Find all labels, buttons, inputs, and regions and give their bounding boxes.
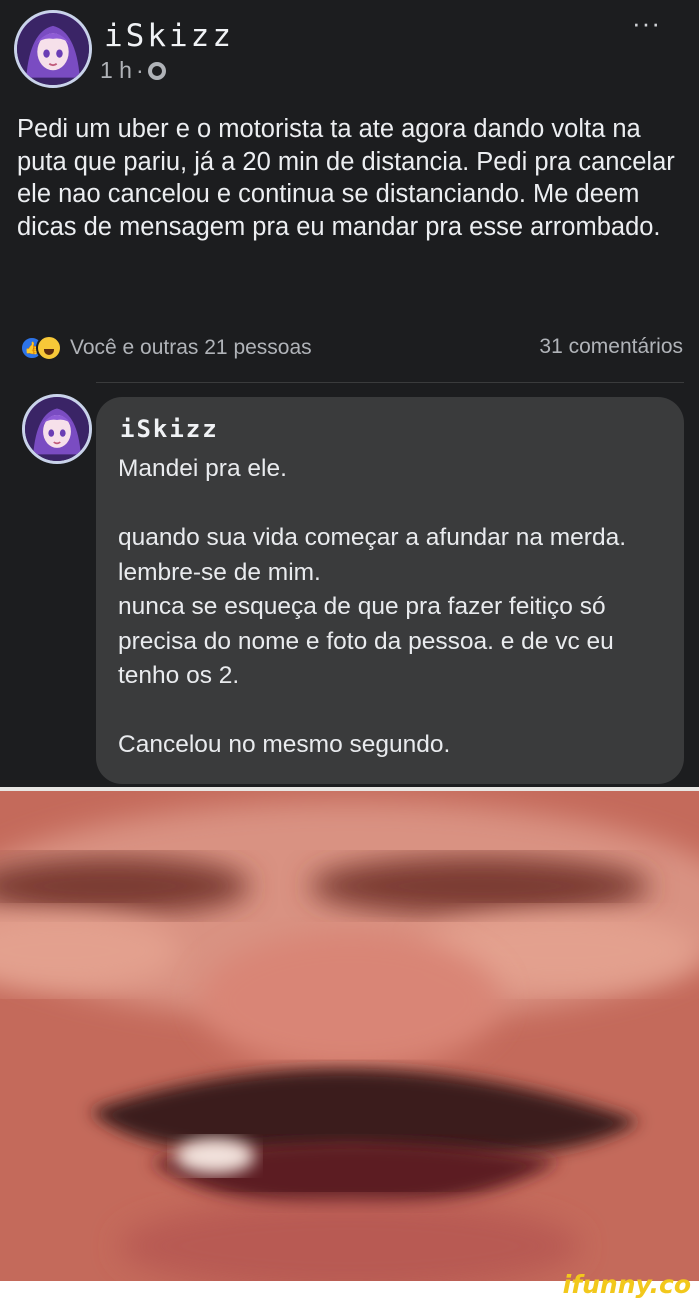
post-author[interactable]: iSkizz <box>104 18 234 54</box>
reactions-summary[interactable]: 👍 Você e outras 21 pessoas <box>20 335 312 361</box>
author-avatar[interactable] <box>14 10 92 88</box>
comment-bubble: iSkizz Mandei pra ele. quando sua vida c… <box>96 397 684 784</box>
comment-text: Mandei pra ele. quando sua vida começar … <box>118 455 627 758</box>
post-text: Pedi um uber e o motorista ta ate agora … <box>17 115 675 241</box>
reactions-text: Você e outras 21 pessoas <box>70 336 312 359</box>
laughing-face-photo <box>0 791 699 1281</box>
anime-avatar-icon <box>25 397 89 461</box>
anime-avatar-icon <box>17 13 89 85</box>
divider <box>96 382 684 383</box>
facebook-post: iSkizz 1 h · ··· Pedi um uber e o motori… <box>0 0 699 787</box>
blurred-face-illustration <box>0 791 699 1281</box>
meta-separator: · <box>135 57 144 83</box>
more-options-button[interactable]: ··· <box>632 8 661 39</box>
post-meta: 1 h · <box>100 57 166 84</box>
haha-icon <box>36 335 62 361</box>
ifunny-watermark: ifunny.co <box>562 1270 691 1299</box>
globe-icon <box>147 61 166 80</box>
commenter-avatar[interactable] <box>22 394 92 464</box>
comments-count[interactable]: 31 comentários <box>539 335 683 359</box>
post-time[interactable]: 1 h <box>100 57 132 84</box>
comment-author[interactable]: iSkizz <box>120 415 219 443</box>
reaction-icons: 👍 <box>20 335 62 361</box>
